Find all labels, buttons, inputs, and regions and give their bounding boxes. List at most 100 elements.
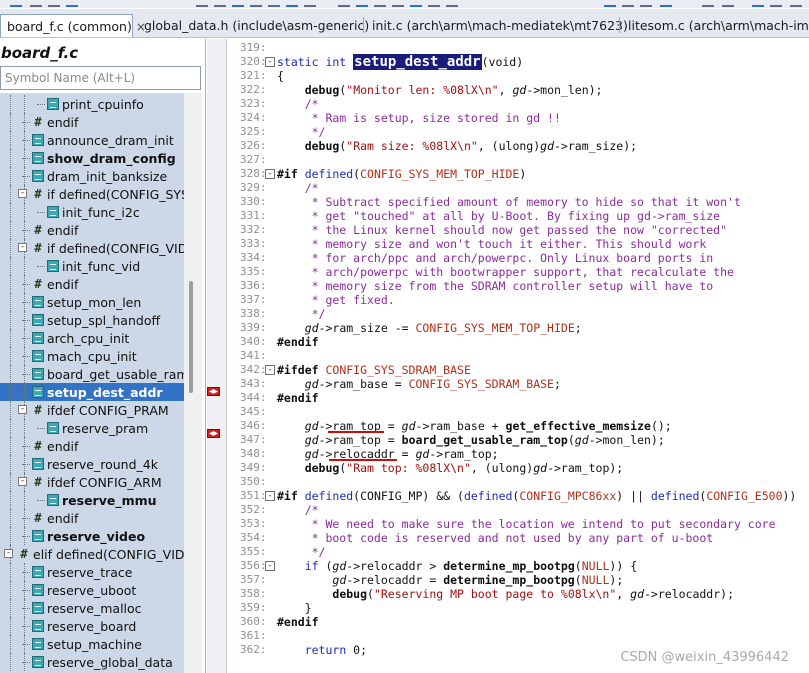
toolbar-button[interactable] — [304, 0, 316, 7]
code-line[interactable]: 351: - #if defined(CONFIG_MP) && (defined(… — [228, 489, 809, 503]
symbol-item[interactable]: init_func_i2c — [0, 203, 184, 221]
code-line[interactable]: 321: { — [228, 69, 809, 83]
toolbar-button[interactable] — [374, 0, 386, 7]
symbol-item[interactable]: reserve_malloc — [0, 599, 184, 617]
code-line[interactable]: 343: gd->ram_base = CONFIG_SYS_SDRAM_BAS… — [228, 377, 809, 391]
symbol-item[interactable]: dram_init_banksize — [0, 167, 184, 185]
code-line[interactable]: 348: gd->relocaddr = gd->ram_top; — [228, 447, 809, 461]
toolbar-button[interactable] — [338, 0, 350, 7]
toolbar-button[interactable] — [66, 0, 78, 7]
tab-2[interactable]: init.c (arch\arm\mach-mediatek\mt7623) — [366, 14, 628, 37]
symbol-item[interactable]: reserve_mmu — [0, 491, 184, 509]
toolbar-button[interactable] — [702, 0, 714, 7]
collapse-toggle-icon[interactable]: - — [4, 549, 13, 558]
toolbar-button[interactable] — [446, 0, 458, 7]
tab-0[interactable]: board_f.c (common) × — [0, 14, 146, 37]
code-line[interactable]: 355: */ — [228, 545, 809, 559]
toolbar-button[interactable] — [48, 0, 60, 7]
code-line[interactable]: 336: * memory size from the SDRAM contro… — [228, 279, 809, 293]
symbol-item[interactable]: setup_machine — [0, 635, 184, 653]
fold-toggle-icon[interactable]: - — [265, 169, 275, 179]
symbol-item[interactable]: # endif — [0, 437, 184, 455]
symbol-item[interactable]: reserve_round_4k — [0, 455, 184, 473]
code-line[interactable]: 349: debug("Ram top: %08lX\n", (ulong)gd… — [228, 461, 809, 475]
toolbar-button[interactable] — [660, 0, 672, 7]
symbol-item[interactable]: setup_mon_len — [0, 293, 184, 311]
code-line[interactable]: 319: — [228, 41, 809, 55]
code-line[interactable]: 327: — [228, 153, 809, 167]
toolbar-button[interactable] — [752, 0, 764, 7]
toolbar-button[interactable] — [30, 0, 42, 7]
code-line[interactable]: 357: gd->relocaddr = determine_mp_bootpg… — [228, 573, 809, 587]
symbol-tree-scrollbar[interactable] — [184, 93, 202, 673]
symbol-item[interactable]: reserve_board — [0, 617, 184, 635]
symbol-item[interactable]: reserve_video — [0, 527, 184, 545]
code-line[interactable]: 323: /* — [228, 97, 809, 111]
code-line[interactable]: 325: */ — [228, 125, 809, 139]
collapse-toggle-icon[interactable]: - — [18, 243, 27, 252]
collapse-toggle-icon[interactable]: - — [18, 405, 27, 414]
code-line[interactable]: 345: — [228, 405, 809, 419]
symbol-item[interactable]: print_cpuinfo — [0, 95, 184, 113]
code-line[interactable]: 334: * for arch/ppc and arch/powerpc. On… — [228, 251, 809, 265]
symbol-item[interactable]: announce_dram_init — [0, 131, 184, 149]
code-line[interactable]: 335: * arch/powerpc with bootwrapper sup… — [228, 265, 809, 279]
code-line[interactable]: 328: - #if defined(CONFIG_SYS_MEM_TOP_HIDE… — [228, 167, 809, 181]
scrollbar-thumb[interactable] — [189, 281, 193, 393]
code-line[interactable]: 339: gd->ram_size -= CONFIG_SYS_MEM_TOP_… — [228, 321, 809, 335]
toolbar-button[interactable] — [410, 0, 422, 7]
symbol-item[interactable]: - # ifdef CONFIG_PRAM — [0, 401, 184, 419]
code-line[interactable]: 342: - #ifdef CONFIG_SYS_SDRAM_BASE — [228, 363, 809, 377]
toolbar-button[interactable] — [722, 0, 734, 7]
code-line[interactable]: 337: * get fixed. — [228, 293, 809, 307]
symbol-search-input[interactable] — [0, 66, 201, 90]
symbol-item[interactable]: reserve_uboot — [0, 581, 184, 599]
bookmark-marker-icon[interactable]: ◀▶ — [207, 387, 220, 396]
code-line[interactable]: 346: gd->ram_top = gd->ram_base + get_ef… — [228, 419, 809, 433]
code-line[interactable]: 354: * boot code is reserved and not use… — [228, 531, 809, 545]
bookmark-marker-icon[interactable]: ◀▶ — [207, 429, 220, 438]
code-line[interactable]: 322: debug("Monitor len: %08lX\n", gd->m… — [228, 83, 809, 97]
symbol-item[interactable]: setup_dest_addr — [0, 383, 184, 401]
code-line[interactable]: 324: * Ram is setup, size stored in gd !… — [228, 111, 809, 125]
code-line[interactable]: 330: * Subtract specified amount of memo… — [228, 195, 809, 209]
symbol-item[interactable]: # endif — [0, 221, 184, 239]
code-line[interactable]: 338: */ — [228, 307, 809, 321]
toolbar-button[interactable] — [250, 0, 262, 7]
symbol-item[interactable]: reserve_global_data — [0, 653, 184, 671]
toolbar-button[interactable] — [214, 0, 226, 7]
toolbar-button[interactable] — [604, 0, 616, 7]
code-line[interactable]: 350: — [228, 475, 809, 489]
code-line[interactable]: 320: - static int setup_dest_addr(void) — [228, 54, 809, 70]
symbol-item[interactable]: reserve_trace — [0, 563, 184, 581]
toolbar-button[interactable] — [10, 0, 22, 7]
symbol-item[interactable]: # endif — [0, 113, 184, 131]
collapse-toggle-icon[interactable]: - — [18, 477, 27, 486]
tab-1[interactable]: global_data.h (include\asm-generic) — [138, 14, 369, 37]
code-line[interactable]: 359: } — [228, 601, 809, 615]
code-line[interactable]: 326: debug("Ram size: %08lX\n", (ulong)g… — [228, 139, 809, 153]
fold-toggle-icon[interactable]: - — [265, 57, 275, 67]
code-line[interactable]: 329: /* — [228, 181, 809, 195]
code-line[interactable]: 332: * the Linux kernel should now get p… — [228, 223, 809, 237]
toolbar-button[interactable] — [232, 0, 244, 7]
code-line[interactable]: 361: — [228, 629, 809, 643]
code-line[interactable]: 344: #endif — [228, 391, 809, 405]
toolbar-button[interactable] — [268, 0, 280, 7]
symbol-item[interactable]: board_get_usable_ram_ — [0, 365, 184, 383]
code-line[interactable]: 333: * memory size and won't touch it ei… — [228, 237, 809, 251]
toolbar-button[interactable] — [770, 0, 782, 7]
code-line[interactable]: 356: - if (gd->relocaddr > determine_mp_b… — [228, 559, 809, 573]
code-line[interactable]: 360: #endif — [228, 615, 809, 629]
symbol-item[interactable]: # endif — [0, 275, 184, 293]
toolbar-button[interactable] — [790, 0, 802, 7]
symbol-item[interactable]: # endif — [0, 509, 184, 527]
symbol-item[interactable]: init_func_vid — [0, 257, 184, 275]
code-line[interactable]: 347: gd->ram_top = board_get_usable_ram_… — [228, 433, 809, 447]
symbol-item[interactable]: arch_cpu_init — [0, 329, 184, 347]
toolbar-button[interactable] — [622, 0, 634, 7]
symbol-item[interactable]: - # if defined(CONFIG_VID) — [0, 239, 184, 257]
symbol-item[interactable]: - # ifdef CONFIG_ARM — [0, 473, 184, 491]
fold-toggle-icon[interactable]: - — [265, 365, 275, 375]
code-line[interactable]: 352: /* — [228, 503, 809, 517]
